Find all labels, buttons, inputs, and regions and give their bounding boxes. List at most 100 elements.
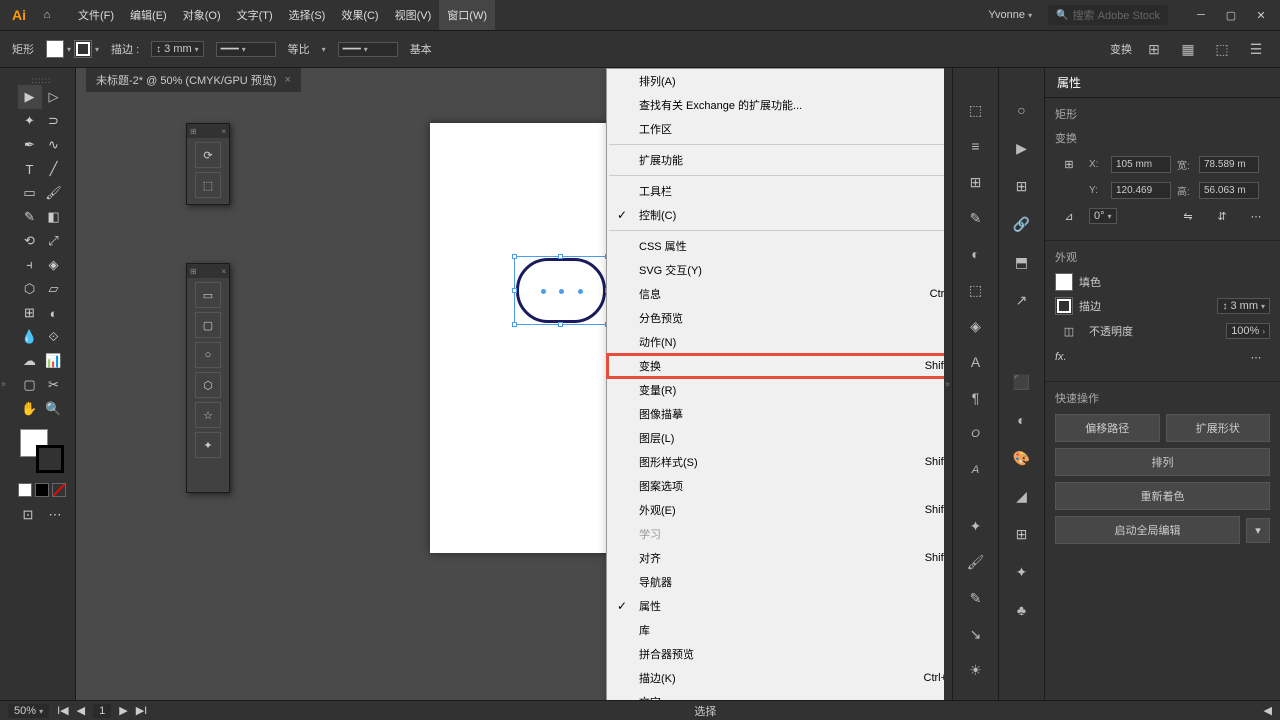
minimize-button[interactable]: ─ [1186, 5, 1216, 25]
symbol-tool[interactable]: ☁ [18, 349, 42, 373]
gradient-mode[interactable] [35, 483, 49, 497]
color-mode[interactable] [18, 483, 32, 497]
brush-tool[interactable]: 🖌 [42, 181, 66, 205]
dock-icon[interactable]: ⬛ [1010, 370, 1034, 394]
more-appearance[interactable]: ⋯ [1242, 347, 1270, 367]
menu-object[interactable]: 对象(O) [175, 0, 229, 30]
dd-workspace[interactable]: 工作区 [607, 117, 944, 141]
dd-exchange[interactable]: 查找有关 Exchange 的扩展功能... [607, 93, 944, 117]
direct-select-tool[interactable]: ▷ [42, 85, 66, 109]
nav-last[interactable]: ▶I [136, 704, 148, 717]
menu-view[interactable]: 视图(V) [387, 0, 440, 30]
dd-text[interactable]: 文字 [607, 690, 944, 700]
global-dd[interactable]: ▾ [1246, 518, 1270, 543]
curvature-tool[interactable]: ∿ [42, 133, 66, 157]
flip-h[interactable]: ⇋ [1174, 206, 1202, 226]
dock-icon[interactable]: ✦ [964, 514, 988, 538]
isolate-icon[interactable]: ⬚ [1210, 37, 1234, 61]
fp-rrect[interactable]: ▢ [195, 312, 221, 338]
fp-btn[interactable]: ⟳ [195, 142, 221, 168]
fp-star[interactable]: ☆ [195, 402, 221, 428]
more-opts[interactable]: ⋯ [1242, 206, 1270, 226]
fx-btn[interactable]: fx. [1055, 351, 1067, 363]
dock-icon[interactable]: ◈ [964, 314, 988, 338]
lasso-tool[interactable]: ⊃ [42, 109, 66, 133]
dd-info[interactable]: 信息Ctrl+F8 [607, 282, 944, 306]
global-edit-btn[interactable]: 启动全局编辑 [1055, 516, 1240, 544]
dd-toolbar[interactable]: 工具栏 [607, 179, 944, 203]
free-transform[interactable]: ◈ [42, 253, 66, 277]
dock-icon[interactable]: ◐ [1010, 408, 1034, 432]
shaper-tool[interactable]: ✎ [18, 205, 42, 229]
canvas[interactable]: 未标题-2* @ 50% (CMYK/GPU 预览) × ⊞× ⟳ ⬚ ⊞× ▭… [76, 68, 944, 700]
dock-icon[interactable]: 🔗 [1010, 212, 1034, 236]
dock-icon[interactable]: ♣ [1010, 598, 1034, 622]
document-tab[interactable]: 未标题-2* @ 50% (CMYK/GPU 预览) × [86, 68, 301, 92]
eyedropper[interactable]: 💧 [18, 325, 42, 349]
float-panel-2[interactable]: ⊞× ▭ ▢ ○ ⬡ ☆ ✦ [186, 263, 230, 493]
zoom-field[interactable]: 50% ▾ [8, 704, 49, 718]
dock-icon[interactable]: ▶ [1010, 136, 1034, 160]
home-icon[interactable]: ⌂ [34, 2, 60, 28]
menu-file[interactable]: 文件(F) [70, 0, 122, 30]
gradient-tool[interactable]: ◐ [42, 301, 66, 325]
user-name[interactable]: Yvonne ▾ [980, 9, 1040, 21]
fp-flare[interactable]: ✦ [195, 432, 221, 458]
dock-icon[interactable]: 🎨 [1010, 446, 1034, 470]
menu-edit[interactable]: 编辑(E) [122, 0, 175, 30]
offset-path-btn[interactable]: 偏移路径 [1055, 414, 1160, 442]
dock-icon[interactable]: ✦ [1010, 560, 1034, 584]
dock-icon[interactable]: ⊞ [1010, 174, 1034, 198]
dock-icon[interactable]: ⬚ [964, 98, 988, 122]
stroke-color[interactable] [1055, 297, 1073, 315]
dd-layers[interactable]: 图层(L)F7 [607, 426, 944, 450]
dd-css[interactable]: CSS 属性 [607, 234, 944, 258]
dock-icon[interactable]: 🖌 [964, 550, 988, 574]
dock-icon[interactable]: O [964, 422, 988, 446]
slice-tool[interactable]: ✂ [42, 373, 66, 397]
stroke-swatch[interactable] [74, 40, 92, 58]
edit-toolbar[interactable]: ⋯ [43, 503, 67, 527]
selected-shape[interactable] [516, 258, 606, 323]
fp-rect[interactable]: ▭ [195, 282, 221, 308]
screen-mode[interactable]: ⊡ [16, 503, 40, 527]
dd-gstyles[interactable]: 图形样式(S)Shift+F5 [607, 450, 944, 474]
dock-icon[interactable]: ¶ [964, 386, 988, 410]
panel-grip[interactable]: :::::: [32, 76, 51, 85]
artboard-tool[interactable]: ▢ [18, 373, 42, 397]
rect-tool[interactable]: ▭ [18, 181, 42, 205]
type-tool[interactable]: T [18, 157, 42, 181]
menu-window[interactable]: 窗口(W) [439, 0, 495, 30]
collapse-left[interactable]: « [0, 68, 8, 700]
dd-extensions[interactable]: 扩展功能 [607, 148, 944, 172]
shape-builder[interactable]: ⬡ [18, 277, 42, 301]
menu-text[interactable]: 文字(T) [229, 0, 281, 30]
dock-icon[interactable]: ☀ [964, 658, 988, 682]
dd-stroke[interactable]: 描边(K)Ctrl+F10 [607, 666, 944, 690]
dock-icon[interactable]: ⊞ [964, 170, 988, 194]
dock-icon[interactable]: ✎ [964, 586, 988, 610]
dd-svg[interactable]: SVG 交互(Y) [607, 258, 944, 282]
scale-tool[interactable]: ⤢ [42, 229, 66, 253]
brush-def[interactable]: ━━━ ▾ [338, 42, 398, 57]
more-icon[interactable]: ☰ [1244, 37, 1268, 61]
nav-first[interactable]: I◀ [57, 704, 69, 717]
arrange-btn[interactable]: 排列 [1055, 448, 1270, 476]
fill-color[interactable] [1055, 273, 1073, 291]
float-panel-1[interactable]: ⊞× ⟳ ⬚ [186, 123, 230, 205]
dock-icon[interactable]: ○ [1010, 98, 1034, 122]
y-field[interactable] [1111, 182, 1171, 199]
fill-swatch[interactable] [46, 40, 64, 58]
graph-tool[interactable]: 📊 [42, 349, 66, 373]
dd-arrange[interactable]: 排列(A) [607, 69, 944, 93]
line-tool[interactable]: ╱ [42, 157, 66, 181]
dd-align[interactable]: 对齐Shift+F7 [607, 546, 944, 570]
dock-icon[interactable]: ◐ [964, 242, 988, 266]
expand-btn[interactable]: 扩展形状 [1166, 414, 1271, 442]
zoom-tool[interactable]: 🔍 [42, 397, 66, 421]
dd-pattern[interactable]: 图案选项 [607, 474, 944, 498]
align-icons[interactable]: ⊞ [1142, 37, 1166, 61]
fill-stroke[interactable] [20, 429, 64, 473]
opacity-val[interactable]: 100% › [1226, 323, 1270, 339]
dock-icon[interactable]: ✎ [964, 206, 988, 230]
